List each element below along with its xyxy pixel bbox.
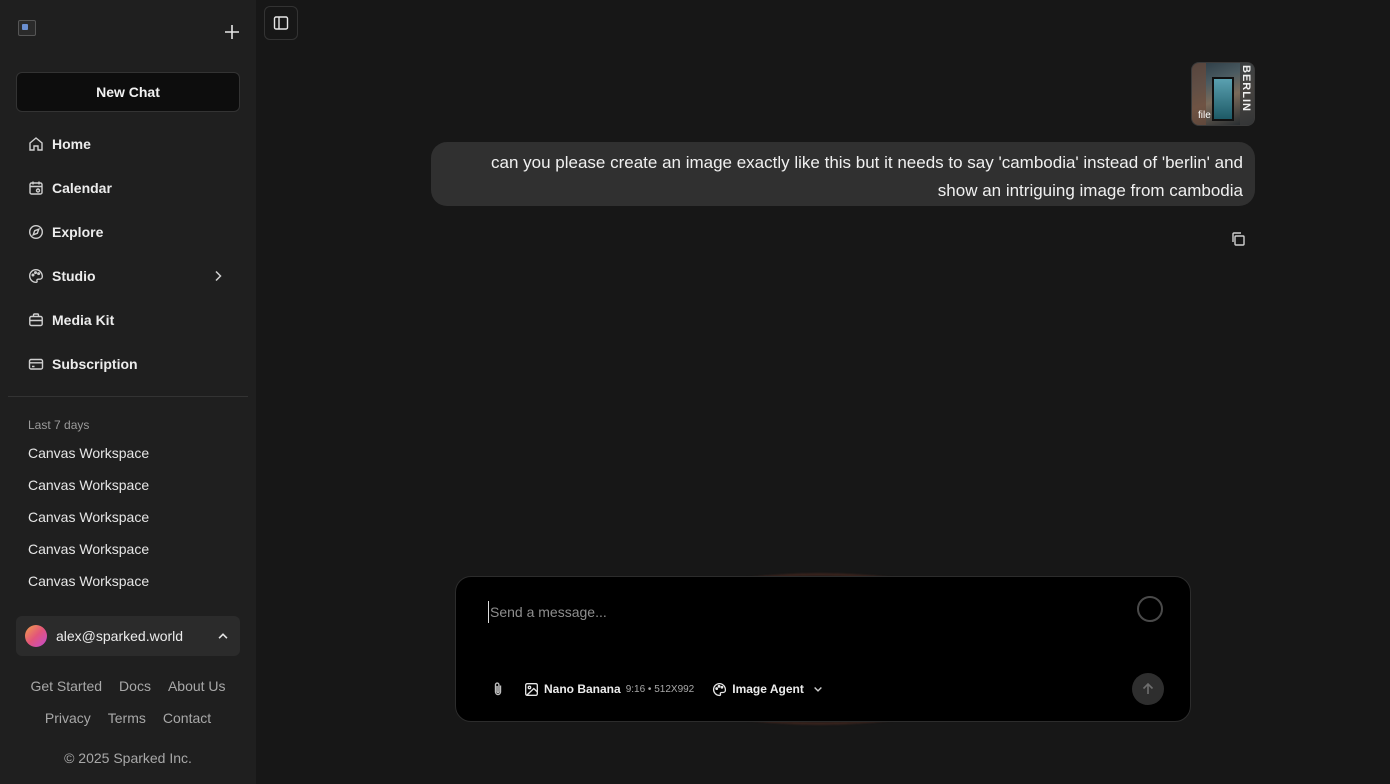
footer-link-docs[interactable]: Docs [119,678,151,694]
agent-name: Image Agent [732,682,804,696]
composer-toolbar: Nano Banana 9:16 • 512X992 Image Agent [490,679,824,699]
thumbnail-text: BERLIN [1240,65,1252,112]
history-item[interactable]: Canvas Workspace [16,501,240,533]
user-email: alex@sparked.world [56,628,184,644]
app-logo[interactable] [18,20,36,36]
palette-icon [713,682,727,696]
sidebar-item-home[interactable]: Home [16,122,240,166]
sidebar-nav: Home Calendar Explore Studio Media Kit S… [16,122,240,386]
sidebar: New Chat Home Calendar Explore Studio Me… [0,0,256,784]
history-section-label: Last 7 days [28,418,90,432]
history-item[interactable]: Canvas Workspace [16,565,240,597]
plus-icon [225,25,239,39]
footer-links-row: Privacy Terms Contact [0,710,256,726]
thumbnail-door [1212,77,1234,121]
chevron-right-icon [215,270,222,282]
footer-link-privacy[interactable]: Privacy [45,710,91,726]
chevron-up-icon [218,633,228,639]
sidebar-item-label: Calendar [52,180,112,196]
briefcase-icon [29,313,43,327]
sidebar-item-media-kit[interactable]: Media Kit [16,298,240,342]
model-selector[interactable]: Nano Banana 9:16 • 512X992 [524,682,694,697]
sidebar-panel-icon [273,16,289,30]
new-chat-button[interactable]: New Chat [16,72,240,112]
footer-links-row: Get Started Docs About Us [0,678,256,694]
sidebar-item-subscription[interactable]: Subscription [16,342,240,386]
message-composer: Nano Banana 9:16 • 512X992 Image Agent [455,576,1191,722]
home-icon [29,137,43,151]
sidebar-item-label: Home [52,136,91,152]
sidebar-item-label: Media Kit [52,312,115,328]
sidebar-toggle-button[interactable] [264,6,298,40]
model-aspect-size: 9:16 • 512X992 [625,683,695,695]
calendar-icon [29,181,43,195]
sidebar-item-studio[interactable]: Studio [16,254,240,298]
image-icon [525,682,538,696]
sidebar-footer: alex@sparked.world Get Started Docs Abou… [0,600,256,784]
new-chat-plus-button[interactable] [220,20,244,44]
chat-history-list: Canvas Workspace Canvas Workspace Canvas… [16,437,240,597]
footer-link-contact[interactable]: Contact [163,710,211,726]
sidebar-item-calendar[interactable]: Calendar [16,166,240,210]
sidebar-divider [8,396,248,397]
sidebar-item-label: Studio [52,268,96,284]
arrow-up-icon [1142,682,1154,694]
attachment-thumbnail[interactable]: BERLIN file [1191,62,1255,126]
loading-spinner [1137,596,1163,622]
history-item[interactable]: Canvas Workspace [16,533,240,565]
attachment-tag: file [1198,110,1211,121]
user-menu-button[interactable]: alex@sparked.world [16,616,240,656]
history-item[interactable]: Canvas Workspace [16,437,240,469]
copy-icon [1232,232,1245,246]
footer-link-terms[interactable]: Terms [108,710,146,726]
avatar [25,625,47,647]
compass-icon [28,224,44,240]
footer-link-get-started[interactable]: Get Started [30,678,102,694]
palette-icon [29,268,44,284]
paperclip-icon[interactable] [490,681,506,697]
history-item[interactable]: Canvas Workspace [16,469,240,501]
sidebar-item-label: Explore [52,224,104,240]
user-message-bubble: can you please create an image exactly l… [431,142,1255,206]
credit-card-icon [28,358,44,370]
copy-message-button[interactable] [1230,231,1248,249]
send-button[interactable] [1132,673,1164,705]
message-input[interactable] [488,601,1088,623]
chevron-down-icon [813,687,822,692]
footer-link-about-us[interactable]: About Us [168,678,226,694]
agent-selector[interactable]: Image Agent [712,682,824,697]
model-name: Nano Banana [544,682,621,696]
sidebar-item-explore[interactable]: Explore [16,210,240,254]
sidebar-item-label: Subscription [52,356,138,372]
copyright: © 2025 Sparked Inc. [64,750,192,766]
